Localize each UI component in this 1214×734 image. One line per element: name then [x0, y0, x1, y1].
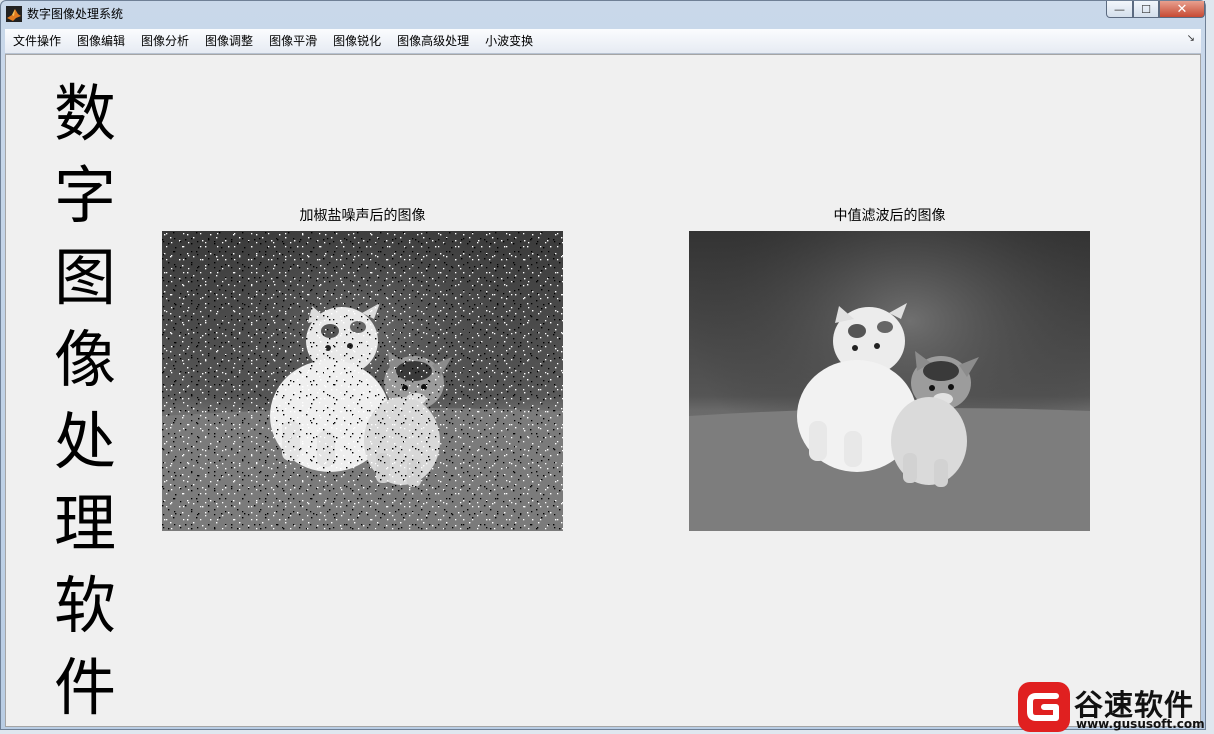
- title-bar[interactable]: 数字图像处理系统 — ☐ ✕: [1, 1, 1205, 28]
- menu-bar: 文件操作 图像编辑 图像分析 图像调整 图像平滑 图像锐化 图像高级处理 小波变…: [5, 29, 1201, 54]
- noisy-kittens-image: [162, 231, 563, 531]
- menu-wavelet-transform[interactable]: 小波变换: [477, 30, 541, 52]
- maximize-icon: ☐: [1141, 2, 1151, 16]
- title-char: 理: [53, 487, 116, 560]
- noisy-image-axes[interactable]: [162, 231, 563, 531]
- gususoft-logo-icon: [1018, 682, 1070, 732]
- figure-client-area: 数 字 图 像 处 理 软 件 加椒盐噪声后的图像 中值滤波后的图像: [5, 54, 1201, 727]
- menu-image-adjust[interactable]: 图像调整: [197, 30, 261, 52]
- close-button[interactable]: ✕: [1159, 1, 1205, 18]
- site-watermark: 谷速软件 www.gususoft.com: [1016, 680, 1214, 734]
- title-char: 图: [53, 241, 116, 314]
- menu-overflow-icon[interactable]: ↘: [1187, 33, 1195, 44]
- menu-image-smooth[interactable]: 图像平滑: [261, 30, 325, 52]
- filtered-kittens-image: [689, 231, 1090, 531]
- title-char: 处: [53, 405, 116, 478]
- minimize-button[interactable]: —: [1106, 1, 1133, 18]
- title-char: 件: [53, 651, 116, 724]
- matlab-app-icon: [6, 6, 22, 22]
- menu-file[interactable]: 文件操作: [5, 30, 69, 52]
- minimize-icon: —: [1114, 2, 1125, 16]
- menu-advanced-processing[interactable]: 图像高级处理: [389, 30, 477, 52]
- watermark-url: www.gususoft.com: [1076, 717, 1205, 731]
- filtered-image-caption: 中值滤波后的图像: [833, 208, 946, 224]
- title-char: 字: [53, 159, 116, 232]
- vertical-app-title: 数 字 图 像 处 理 软 件: [50, 73, 120, 726]
- title-char: 像: [53, 323, 116, 396]
- title-char: 软: [53, 569, 116, 642]
- menu-image-sharpen[interactable]: 图像锐化: [325, 30, 389, 52]
- maximize-button[interactable]: ☐: [1133, 1, 1159, 18]
- menu-image-analysis[interactable]: 图像分析: [133, 30, 197, 52]
- close-icon: ✕: [1176, 1, 1188, 17]
- menu-image-edit[interactable]: 图像编辑: [69, 30, 133, 52]
- window-title: 数字图像处理系统: [27, 7, 124, 21]
- app-window: 数字图像处理系统 — ☐ ✕ 文件操作 图像编辑 图像分析 图像调整 图像平滑 …: [0, 0, 1206, 730]
- noisy-image-caption: 加椒盐噪声后的图像: [299, 208, 426, 224]
- title-char: 数: [53, 77, 116, 150]
- window-controls: — ☐ ✕: [1106, 1, 1205, 20]
- filtered-image-axes[interactable]: [689, 231, 1090, 531]
